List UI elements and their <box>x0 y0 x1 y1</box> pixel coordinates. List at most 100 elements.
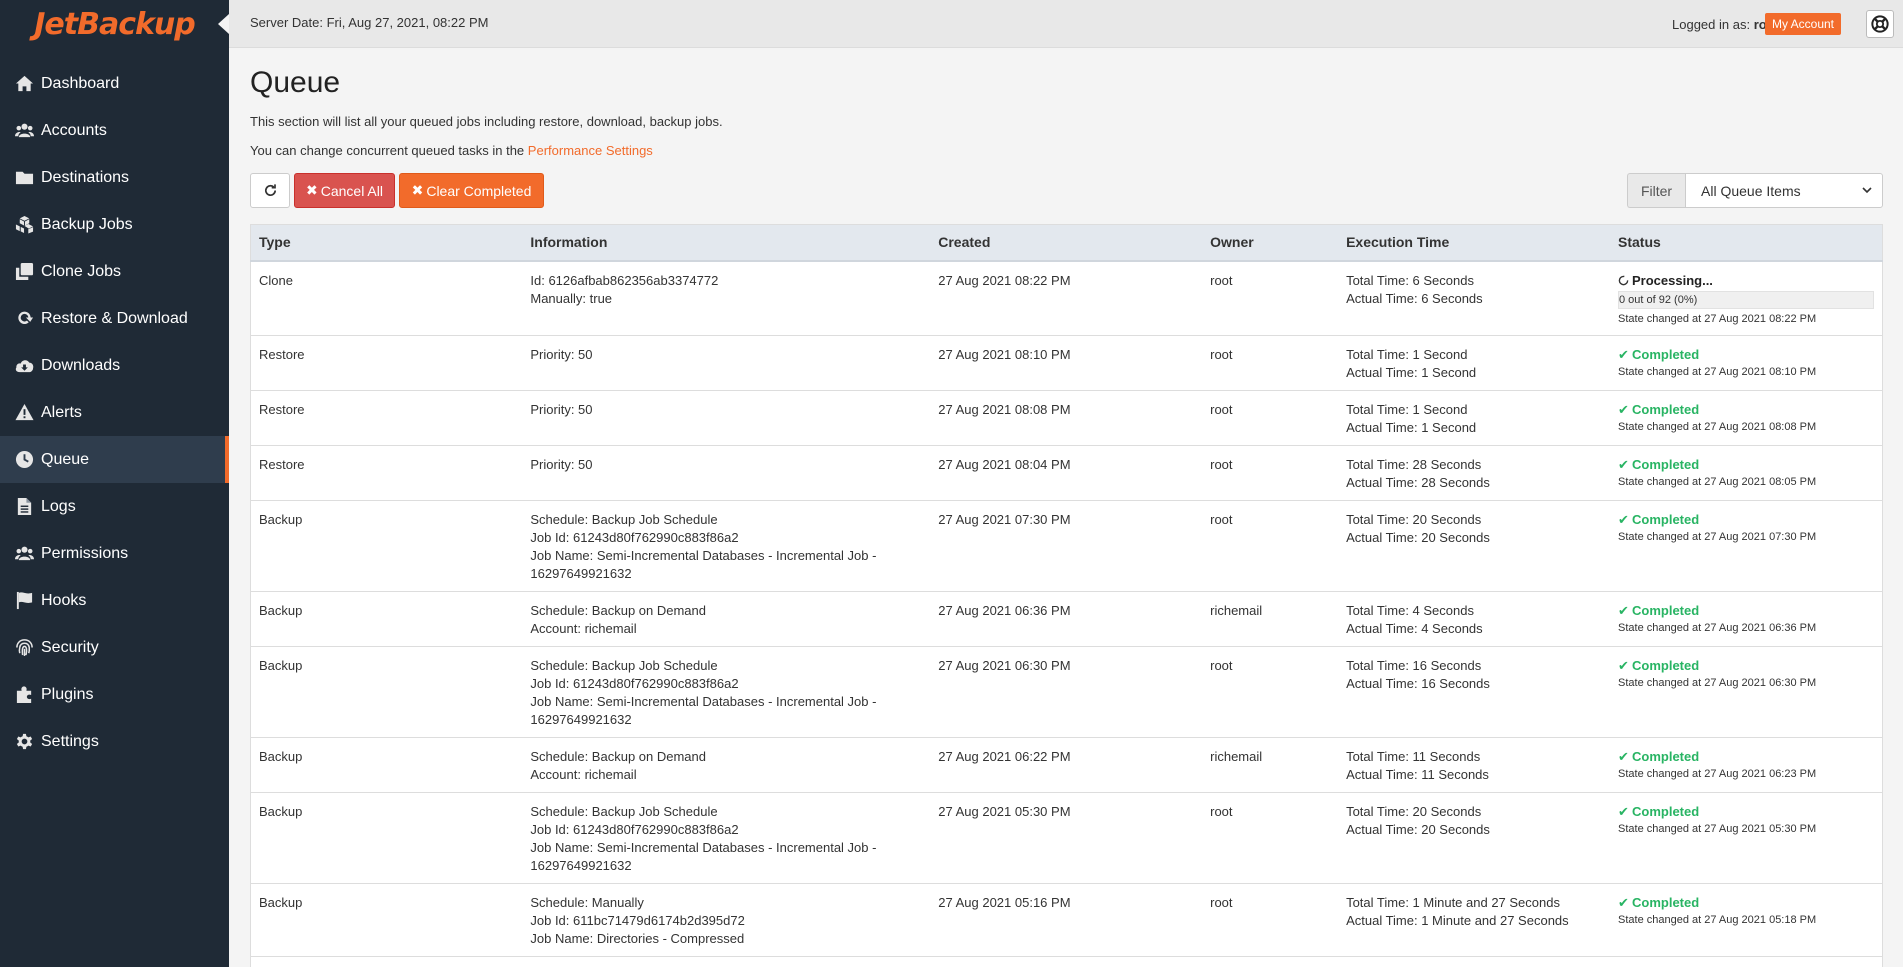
created-value: 27 Aug 2021 08:04 PM <box>938 456 1071 472</box>
spinner-icon <box>1618 275 1629 285</box>
check-icon: ✔ <box>1618 456 1629 472</box>
cancel-all-button[interactable]: ✖ Cancel All <box>294 173 395 208</box>
refresh-button[interactable] <box>250 173 290 208</box>
owner-value: root <box>1210 511 1233 527</box>
logo[interactable]: JetBackup <box>0 0 229 48</box>
sidebar-item-alerts[interactable]: Alerts <box>0 389 229 436</box>
sidebar-nav: Dashboard Accounts Destinations Backup Jobs… <box>0 60 229 765</box>
table-row: Backup Schedule: Backup Job Schedule Job I… <box>250 792 1883 884</box>
execution-line: Actual Time: 20 Seconds <box>1346 529 1490 545</box>
cell-type: Backup <box>250 956 523 967</box>
page-description: This section will list all your queued j… <box>250 114 723 129</box>
owner-value: root <box>1210 401 1233 417</box>
header-created[interactable]: Created <box>930 224 1203 262</box>
sidebar-item-label: Alerts <box>41 403 82 421</box>
cell-information: Priority: 50 <box>522 335 931 391</box>
sidebar-item-dashboard[interactable]: Dashboard <box>0 60 229 107</box>
cell-created: 27 Aug 2021 05:30 PM <box>930 792 1203 884</box>
header-status[interactable]: Status <box>1610 224 1883 262</box>
cell-information: Schedule: Backup Job Schedule Job Id: 612… <box>522 646 931 738</box>
status-completed: ✔ Completed <box>1618 748 1874 766</box>
cell-created: 27 Aug 2021 05:16 PM <box>930 956 1203 967</box>
owner-value: richemail <box>1210 748 1263 764</box>
performance-settings-link[interactable]: Performance Settings <box>528 143 653 158</box>
cell-type: Backup <box>250 737 523 793</box>
table-row: Backup Schedule: Backup Job Schedule Job I… <box>250 646 1883 738</box>
toolbar: ✖ Cancel All ✖ Clear Completed Filter Al… <box>250 173 1883 208</box>
sidebar-item-label: Downloads <box>41 356 121 374</box>
help-button[interactable] <box>1866 10 1894 38</box>
header-execution-time[interactable]: Execution Time <box>1338 224 1610 262</box>
cell-owner: root <box>1202 260 1339 336</box>
sidebar: JetBackup Dashboard Accounts Destinations B… <box>0 0 229 967</box>
sidebar-item-hooks[interactable]: Hooks <box>0 577 229 624</box>
cell-created: 27 Aug 2021 08:22 PM <box>930 260 1203 336</box>
check-icon: ✔ <box>1618 657 1629 673</box>
sidebar-item-permissions[interactable]: Permissions <box>0 530 229 577</box>
info-line: Priority: 50 <box>530 401 593 417</box>
state-changed: State changed at 27 Aug 2021 06:36 PM <box>1618 621 1817 634</box>
sidebar-item-label: Queue <box>41 450 90 468</box>
cell-owner: root <box>1202 335 1339 391</box>
header-type[interactable]: Type <box>250 224 523 262</box>
cell-status: ✔CompletedState changed at 27 Aug 2021 0… <box>1610 883 1883 957</box>
header-information[interactable]: Information <box>522 224 931 262</box>
cell-status: ✔CompletedState changed at 27 Aug 2021 0… <box>1610 792 1883 884</box>
created-value: 27 Aug 2021 08:22 PM <box>938 272 1071 288</box>
sidebar-item-downloads[interactable]: Downloads <box>0 342 229 389</box>
cell-execution-time: Total Time: 16 Seconds Actual Time: 16 Se… <box>1338 646 1610 738</box>
sidebar-item-plugins[interactable]: Plugins <box>0 671 229 718</box>
sidebar-item-restore-download[interactable]: Restore & Download <box>0 295 229 342</box>
logo-notch <box>218 14 229 34</box>
cell-status: Processing... 0 out of 92 (0%) State chang… <box>1610 260 1883 336</box>
cell-status: ✔CompletedState changed at 27 Aug 2021 0… <box>1610 390 1883 446</box>
sidebar-item-queue[interactable]: Queue <box>0 436 229 483</box>
execution-line: Total Time: 1 Second <box>1346 346 1468 362</box>
sidebar-item-label: Plugins <box>41 685 94 703</box>
owner-value: richemail <box>1210 602 1263 618</box>
sidebar-item-security[interactable]: Security <box>0 624 229 671</box>
status-completed: ✔ Completed <box>1618 346 1874 364</box>
status-label: Completed <box>1632 511 1700 527</box>
cell-created: 27 Aug 2021 08:08 PM <box>930 390 1203 446</box>
cloud-download-icon <box>15 356 41 375</box>
state-changed: State changed at 27 Aug 2021 07:30 PM <box>1618 530 1817 543</box>
cell-information: Schedule: Backup Job Schedule Job Id: 612… <box>522 792 931 884</box>
execution-line: Actual Time: 16 Seconds <box>1346 675 1490 691</box>
check-icon: ✔ <box>1618 346 1629 362</box>
cell-type: Backup <box>250 883 523 957</box>
state-changed: State changed at 27 Aug 2021 05:30 PM <box>1618 822 1817 835</box>
sidebar-item-label: Accounts <box>41 121 107 139</box>
home-icon <box>15 74 41 93</box>
cell-information: Priority: 50 <box>522 445 931 501</box>
cell-information: Schedule: Backup on Demand Account: riche… <box>522 591 931 647</box>
execution-line: Total Time: 16 Seconds <box>1346 657 1482 673</box>
cell-type: Restore <box>250 445 523 501</box>
filter-select[interactable]: All Queue Items <box>1685 173 1883 208</box>
lifebuoy-icon <box>1871 15 1889 33</box>
created-value: 27 Aug 2021 08:10 PM <box>938 346 1071 362</box>
sidebar-item-backup-jobs[interactable]: Backup Jobs <box>0 201 229 248</box>
info-line: Job Name: Semi-Incremental Databases - I… <box>530 547 877 563</box>
info-line: 16297649921632 <box>530 857 632 873</box>
status-label: Processing... <box>1632 272 1713 288</box>
cell-owner: root <box>1202 500 1339 592</box>
my-account-button[interactable]: My Account <box>1764 13 1841 35</box>
sidebar-item-settings[interactable]: Settings <box>0 718 229 765</box>
sidebar-item-clone-jobs[interactable]: Clone Jobs <box>0 248 229 295</box>
sidebar-item-destinations[interactable]: Destinations <box>0 154 229 201</box>
clear-completed-button[interactable]: ✖ Clear Completed <box>399 173 544 208</box>
execution-line: Total Time: 6 Seconds <box>1346 272 1474 288</box>
info-line: Job Name: Semi-Incremental Databases - I… <box>530 693 877 709</box>
created-value: 27 Aug 2021 05:30 PM <box>938 803 1071 819</box>
topbar: Server Date: Fri, Aug 27, 2021, 08:22 PM… <box>229 0 1903 48</box>
cell-owner: root <box>1202 883 1339 957</box>
cell-type: Backup <box>250 646 523 738</box>
refresh-icon <box>264 184 276 196</box>
sidebar-item-logs[interactable]: Logs <box>0 483 229 530</box>
header-owner[interactable]: Owner <box>1202 224 1339 262</box>
cell-execution-time: Total Time: 1 Minute and 27 Seconds Actua… <box>1338 883 1610 957</box>
status-completed: ✔ Completed <box>1618 511 1874 529</box>
sidebar-item-accounts[interactable]: Accounts <box>0 107 229 154</box>
table-row: Backup Schedule: Backup on Demand Account:… <box>250 591 1883 647</box>
